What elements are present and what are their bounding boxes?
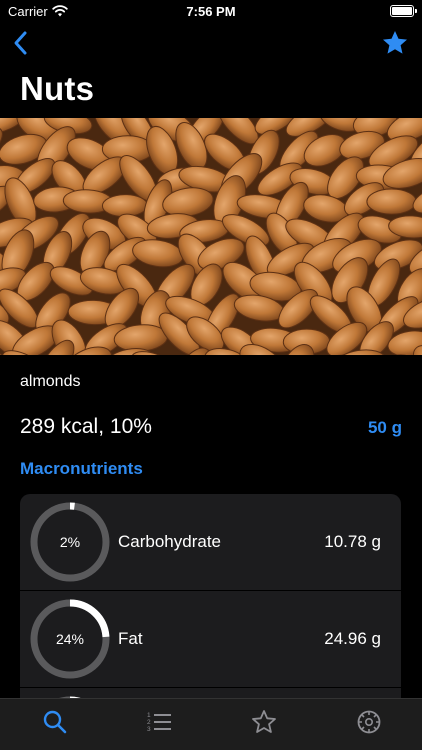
battery-icon xyxy=(390,5,417,17)
energy-summary: 289 kcal, 10% xyxy=(20,415,152,438)
macro-row-carbohydrate: 2% Carbohydrate 10.78 g xyxy=(20,494,401,591)
settings-gear-icon[interactable] xyxy=(354,707,384,737)
macro-value: 24.96 g xyxy=(324,629,381,648)
svg-text:3: 3 xyxy=(147,726,151,733)
almond xyxy=(101,194,148,218)
almonds-photo xyxy=(0,118,422,355)
status-time: 7:56 PM xyxy=(186,4,236,19)
food-name: almonds xyxy=(20,373,81,390)
list-icon[interactable]: 1 2 3 xyxy=(144,707,174,737)
almond xyxy=(366,188,417,215)
svg-text:2: 2 xyxy=(147,719,151,726)
svg-text:1: 1 xyxy=(147,712,151,719)
search-icon[interactable] xyxy=(40,707,70,737)
macro-percent: 24% xyxy=(55,631,85,647)
macro-percent: 2% xyxy=(59,534,81,550)
star-outline-icon[interactable] xyxy=(249,707,279,737)
favorite-star-icon[interactable] xyxy=(380,28,410,58)
food-image xyxy=(0,118,422,355)
status-bar: Carrier 7:56 PM xyxy=(0,0,422,24)
macro-name: Fat xyxy=(118,629,143,648)
macro-name: Carbohydrate xyxy=(118,532,222,551)
macro-value: 10.78 g xyxy=(324,532,381,551)
page-title: Nuts xyxy=(20,70,95,107)
macronutrients-card: 2% Carbohydrate 10.78 g 24% Fat 24.96 g xyxy=(20,494,401,714)
macro-row-fat: 24% Fat 24.96 g xyxy=(20,591,401,688)
back-chevron-icon[interactable] xyxy=(8,28,34,58)
portion-size-button[interactable]: 50 g xyxy=(368,418,402,438)
tab-bar: 1 2 3 xyxy=(0,698,422,750)
macronutrients-header: Macronutrients xyxy=(20,459,143,478)
